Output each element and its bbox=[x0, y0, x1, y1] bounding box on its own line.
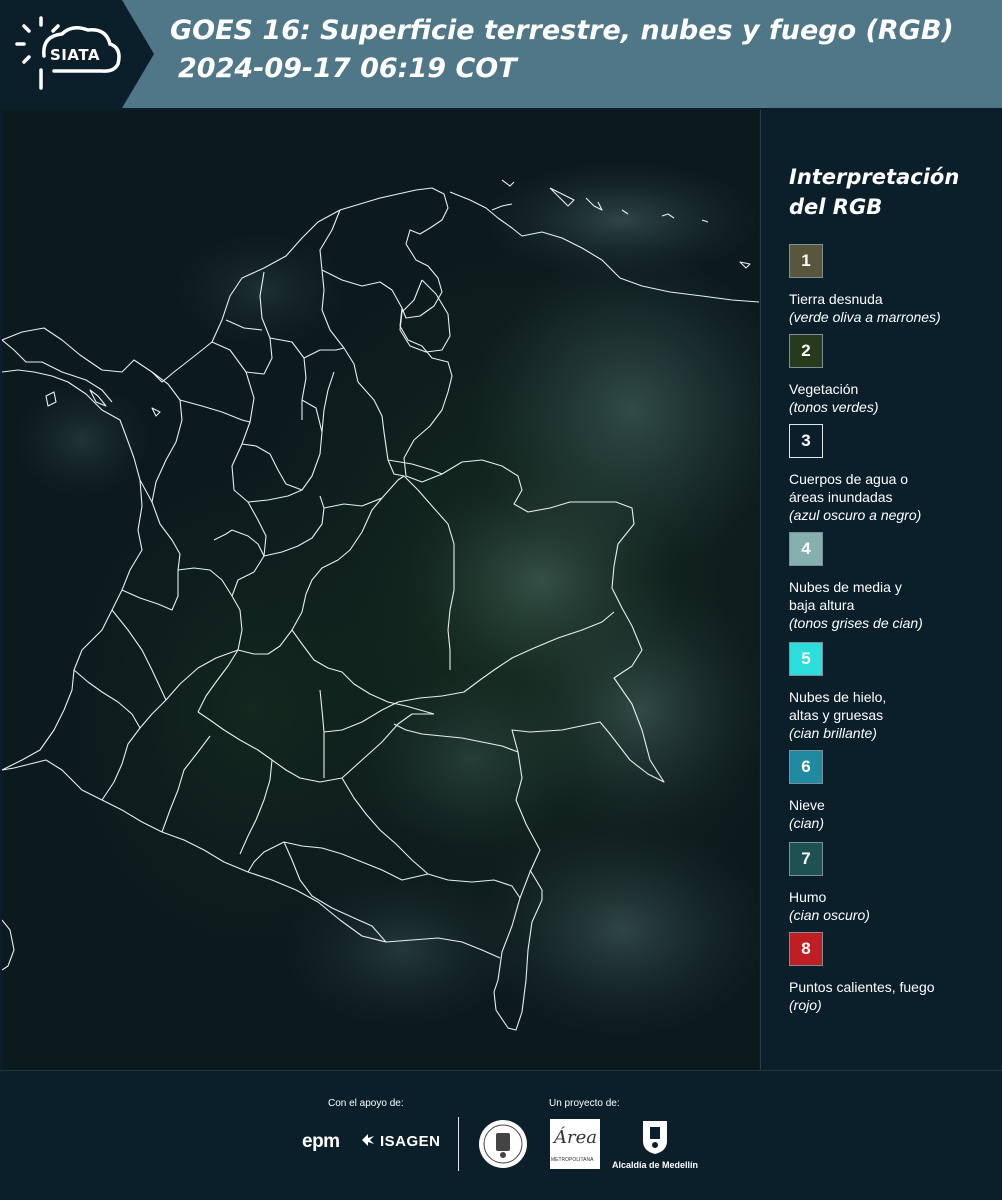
isagen-star-icon bbox=[362, 1134, 374, 1146]
satellite-image bbox=[2, 110, 759, 1070]
legend-label-8: Puntos calientes, fuego bbox=[789, 979, 935, 995]
legend-note-4: (tonos grises de cian) bbox=[789, 615, 923, 631]
epm-logo: epm bbox=[302, 1131, 340, 1152]
legend-item-4: 4 Nubes de media y baja altura (tonos gr… bbox=[789, 532, 999, 632]
title-line-1: GOES 16: Superficie terrestre, nubes y f… bbox=[170, 15, 954, 46]
legend-label-3: Cuerpos de agua o áreas inundadas bbox=[789, 471, 909, 505]
footer: Con el apoyo de: Un proyecto de: epm ISA… bbox=[0, 1070, 1002, 1200]
legend-item-6: 6 Nieve (cian) bbox=[789, 750, 999, 832]
area-metropolitana-logo: Área METROPOLITANA bbox=[550, 1119, 600, 1169]
legend-label-6: Nieve bbox=[789, 797, 825, 813]
legend-note-5: (cian brillante) bbox=[789, 725, 877, 741]
legend-note-6: (cian) bbox=[789, 815, 825, 831]
header-bar: SIATA GOES 16: Superficie terrestre, nub… bbox=[0, 0, 1002, 108]
title-line-2: 2024-09-17 06:19 COT bbox=[178, 53, 517, 84]
siata-logo-panel: SIATA bbox=[0, 0, 122, 108]
footer-divider bbox=[458, 1117, 459, 1171]
legend-panel: Interpretación del RGB 1 Tierra desnuda … bbox=[760, 110, 1002, 1070]
legend-item-2: 2 Vegetación (tonos verdes) bbox=[789, 334, 999, 416]
area-logo-word: Área bbox=[554, 1127, 597, 1148]
isagen-logo-text: ISAGEN bbox=[380, 1133, 441, 1150]
legend-swatch-5: 5 bbox=[789, 642, 823, 676]
area-logo-sub: METROPOLITANA bbox=[551, 1157, 594, 1163]
legend-item-7: 7 Humo (cian oscuro) bbox=[789, 842, 999, 924]
legend-item-5: 5 Nubes de hielo, altas y gruesas (cian … bbox=[789, 642, 999, 742]
legend-swatch-1: 1 bbox=[789, 244, 823, 278]
legend-note-2: (tonos verdes) bbox=[789, 399, 879, 415]
legend-swatch-8: 8 bbox=[789, 932, 823, 966]
header-chevron bbox=[122, 0, 154, 108]
legend-swatch-2: 2 bbox=[789, 334, 823, 368]
satellite-map bbox=[2, 110, 759, 1070]
legend-label-1: Tierra desnuda bbox=[789, 291, 883, 307]
legend-label-4: Nubes de media y baja altura bbox=[789, 579, 902, 613]
legend-label-5: Nubes de hielo, altas y gruesas bbox=[789, 689, 887, 723]
legend-item-1: 1 Tierra desnuda (verde oliva a marrones… bbox=[789, 244, 999, 326]
legend-item-8: 8 Puntos calientes, fuego (rojo) bbox=[789, 932, 999, 1014]
support-label: Con el apoyo de: bbox=[328, 1098, 404, 1109]
legend-swatch-6: 6 bbox=[789, 750, 823, 784]
alcaldia-shield-icon bbox=[643, 1121, 667, 1154]
legend-swatch-7: 7 bbox=[789, 842, 823, 876]
isagen-logo: ISAGEN bbox=[360, 1133, 441, 1150]
legend-title: Interpretación del RGB bbox=[789, 165, 960, 219]
alcaldia-logo-text: Alcaldía de Medellín bbox=[612, 1160, 699, 1170]
legend-note-1: (verde oliva a marrones) bbox=[789, 309, 941, 325]
siata-logo-text: SIATA bbox=[50, 46, 101, 64]
legend-swatch-4: 4 bbox=[789, 532, 823, 566]
legend-label-2: Vegetación bbox=[789, 381, 859, 397]
legend-label-7: Humo bbox=[789, 889, 827, 905]
legend-note-7: (cian oscuro) bbox=[789, 907, 870, 923]
legend-note-3: (azul oscuro a negro) bbox=[789, 507, 922, 523]
legend-note-8: (rojo) bbox=[789, 997, 822, 1013]
project-label: Un proyecto de: bbox=[549, 1098, 620, 1109]
page-title: GOES 16: Superficie terrestre, nubes y f… bbox=[170, 12, 954, 88]
legend-item-3: 3 Cuerpos de agua o áreas inundadas (azu… bbox=[789, 424, 999, 524]
legend-swatch-3: 3 bbox=[789, 424, 823, 458]
medellin-seal-icon bbox=[479, 1120, 527, 1168]
